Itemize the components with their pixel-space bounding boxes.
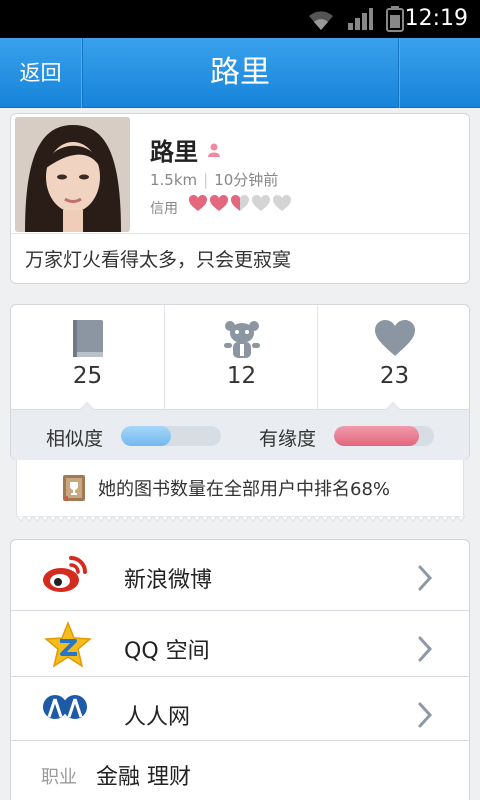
stat-value: 23	[379, 363, 410, 389]
stat-value: 12	[226, 363, 257, 389]
profile-meta: 1.5km | 10分钟前	[150, 171, 279, 189]
signature: 万家灯火看得太多，只会更寂寞	[25, 249, 292, 271]
pointer-notch	[385, 402, 401, 410]
female-icon	[208, 143, 220, 157]
link-label: 人人网	[124, 705, 191, 730]
similarity-label: 相似度	[46, 428, 104, 450]
similarity-bar-fill	[121, 426, 171, 446]
status-bar: 12:19	[0, 0, 480, 38]
credit-heart-icon	[252, 195, 270, 211]
affinity-label: 有缘度	[259, 428, 317, 450]
distance: 1.5km	[150, 171, 198, 189]
stat-value: 25	[72, 363, 103, 389]
page-title: 路里	[210, 55, 270, 90]
heart-icon	[374, 320, 415, 356]
credit-heart-icon	[231, 195, 249, 211]
credit-hearts	[188, 194, 292, 212]
link-row-qzone[interactable]: QQ 空间	[11, 611, 469, 679]
similarity-bar	[121, 426, 221, 446]
signal-icon	[348, 8, 373, 30]
rank-text: 她的图书数量在全部用户中排名68%	[98, 479, 391, 500]
back-button[interactable]: 返回	[0, 38, 82, 108]
stat-likes[interactable]: 23	[318, 305, 471, 409]
avatar[interactable]	[15, 117, 130, 232]
affinity-bar-fill	[334, 426, 419, 446]
credit-heart-icon	[210, 195, 228, 211]
link-row-renren[interactable]: 人人网	[11, 677, 469, 745]
avatar-photo	[15, 117, 130, 232]
social-links-card: 新浪微博 QQ 空间 人人网 职业 金融 理财	[10, 539, 470, 800]
link-label: QQ 空间	[124, 639, 210, 664]
paper-edge	[17, 516, 465, 522]
trophy-book-icon	[63, 475, 85, 501]
chevron-right-icon	[418, 565, 433, 591]
profile-name: 路里	[150, 138, 198, 166]
clock: 12:19	[404, 6, 468, 31]
wifi-icon	[309, 11, 333, 30]
credit-heart-icon	[273, 195, 291, 211]
credit-heart-icon	[189, 195, 207, 211]
teddy-bear-icon	[223, 321, 260, 358]
book-icon	[72, 320, 103, 357]
qq-zone-icon	[44, 621, 92, 668]
job-value: 金融 理财	[96, 765, 191, 790]
chevron-right-icon	[418, 702, 433, 728]
last-active: 10分钟前	[214, 171, 279, 189]
credit-label: 信用	[150, 201, 178, 217]
match-bars: 相似度 有缘度	[11, 402, 469, 460]
affinity-bar	[334, 426, 434, 446]
stat-toys[interactable]: 12	[165, 305, 318, 409]
battery-icon	[386, 6, 404, 32]
sina-weibo-icon	[43, 556, 87, 592]
divider	[11, 233, 469, 234]
chevron-right-icon	[418, 636, 433, 662]
title-bar: 返回 路里	[0, 38, 480, 108]
renren-icon	[43, 695, 87, 719]
stats-card: 25 12 23 相似度 有缘度	[10, 304, 470, 460]
link-label: 新浪微博	[124, 568, 213, 593]
divider	[11, 740, 469, 741]
job-label: 职业	[41, 767, 77, 788]
stat-books[interactable]: 25	[11, 305, 164, 409]
link-row-weibo[interactable]: 新浪微博	[11, 540, 469, 608]
rank-banner: 她的图书数量在全部用户中排名68%	[16, 460, 465, 522]
pointer-notch	[79, 402, 95, 410]
profile-card: 路里 1.5km | 10分钟前 信用 万家灯火看得太多，只会更寂寞	[10, 113, 470, 284]
header-right-slot	[398, 38, 480, 108]
